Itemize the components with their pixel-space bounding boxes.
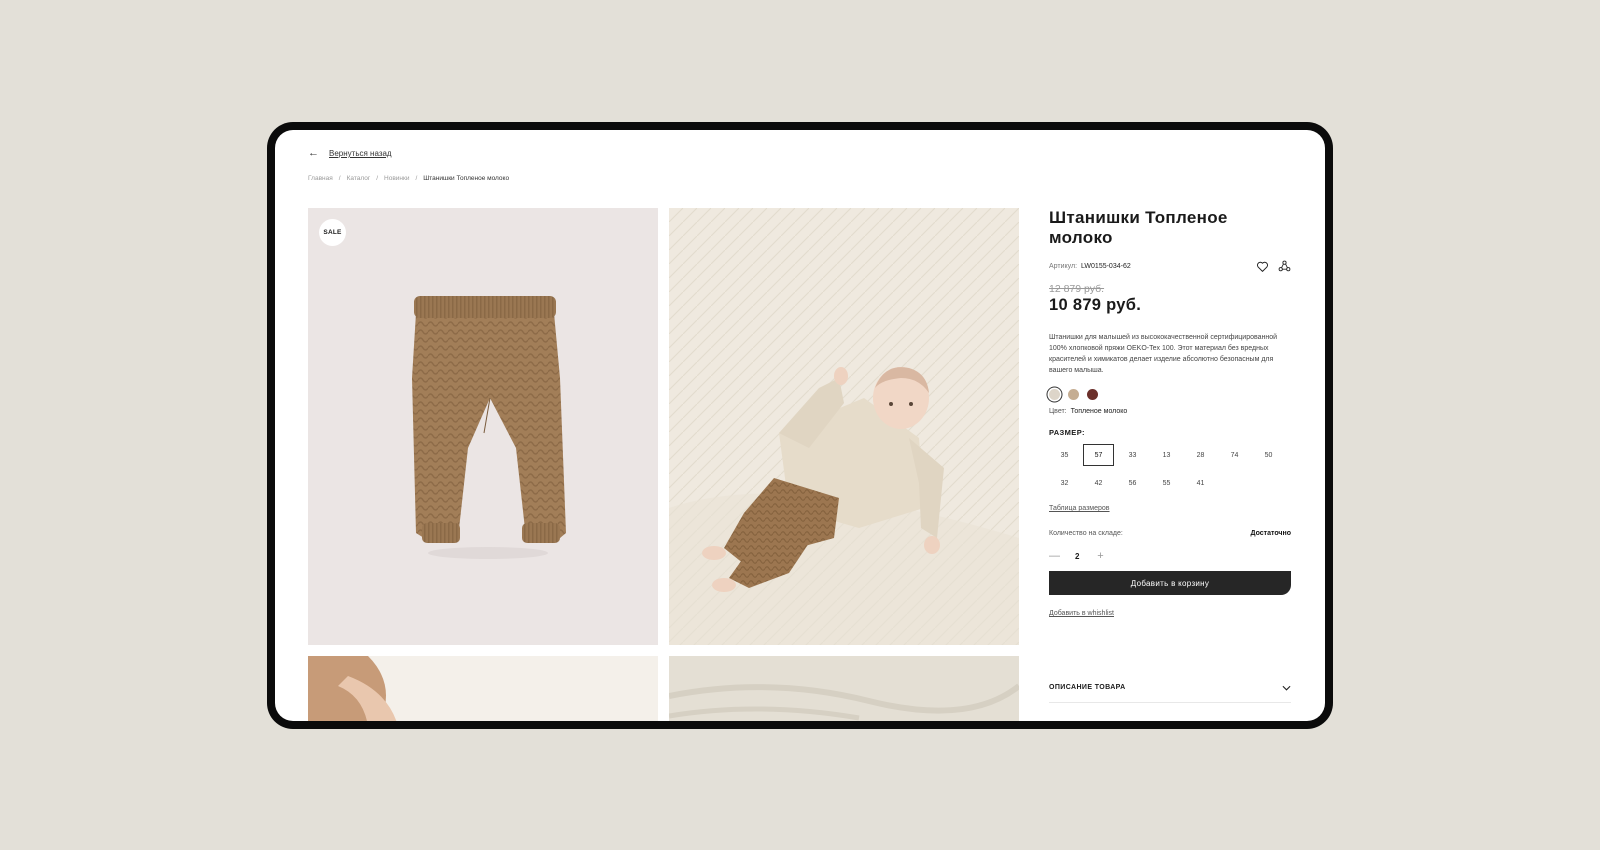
accordion-title: ОПИСАНИЕ ТОВАРА [1049,684,1126,691]
sku-row: Артикул: LW0155-034-62 [1049,260,1291,273]
breadcrumb-item-home[interactable]: Главная [308,175,333,182]
color-swatches [1049,389,1291,400]
color-label-prefix: Цвет: [1049,408,1067,415]
color-label: Цвет: Топленое молоко [1049,408,1291,415]
minus-icon[interactable]: — [1049,550,1060,562]
description-accordion[interactable]: ОПИСАНИЕ ТОВАРА [1049,673,1291,703]
breadcrumb-separator: / [338,175,341,182]
baby-photo [669,208,1019,645]
product-page: ← Вернуться назад Главная / Каталог / Но… [275,130,1325,721]
product-image-3[interactable] [308,656,658,721]
size-option[interactable]: 74 [1219,444,1250,466]
color-value: Топленое молоко [1070,408,1128,415]
device-frame: ← Вернуться назад Главная / Каталог / Но… [267,122,1333,729]
sku-label: Артикул: [1049,263,1078,270]
plus-icon[interactable]: + [1095,550,1105,562]
quantity-stepper: — 2 + [1049,550,1291,562]
product-title: Штанишки Топленое молоко [1049,208,1228,247]
size-option[interactable]: 33 [1117,444,1148,466]
size-option[interactable]: 56 [1117,472,1148,494]
color-swatch-beige[interactable] [1068,389,1079,400]
size-table-link[interactable]: Таблица размеров [1049,505,1110,512]
quantity-value[interactable]: 2 [1075,552,1079,561]
product-image-4[interactable] [669,656,1019,721]
current-price: 10 879 руб. [1049,296,1142,314]
size-option[interactable]: 35 [1049,444,1080,466]
pants-photo [412,296,566,559]
product-info: Штанишки Топленое молоко Артикул: LW0155-… [1049,208,1291,620]
product-image-lifestyle[interactable] [669,208,1019,645]
size-grid: 35 57 33 13 28 74 50 32 42 56 55 41 [1049,444,1291,494]
sku-value: LW0155-034-62 [1081,263,1131,270]
product-actions [1256,260,1291,273]
back-link[interactable]: ← Вернуться назад [308,148,392,159]
chevron-down-icon [1282,685,1291,691]
back-link-label: Вернуться назад [329,149,392,158]
size-option-selected[interactable]: 57 [1083,444,1114,466]
detail-photo-4 [669,656,1019,721]
size-option[interactable]: 50 [1253,444,1284,466]
size-option[interactable]: 55 [1151,472,1182,494]
detail-photo-3 [308,656,658,721]
old-price: 12 879 руб. [1049,283,1105,295]
add-to-wishlist-link[interactable]: Добавить в whishlist [1049,610,1114,617]
heart-icon[interactable] [1256,260,1269,273]
breadcrumb: Главная / Каталог / Новинки / Штанишки Т… [308,175,509,182]
add-to-cart-button[interactable]: Добавить в корзину [1049,571,1291,595]
size-option[interactable]: 41 [1185,472,1216,494]
sale-badge: SALE [319,219,346,246]
product-description: Штанишки для малышей из высококачественн… [1049,334,1278,374]
breadcrumb-item-catalog[interactable]: Каталог [347,175,371,182]
color-swatch-burgundy[interactable] [1087,389,1098,400]
size-option[interactable]: 32 [1049,472,1080,494]
size-option[interactable]: 28 [1185,444,1216,466]
size-option[interactable]: 42 [1083,472,1114,494]
stock-value: Достаточно [1250,530,1291,537]
breadcrumb-separator: / [415,175,418,182]
size-heading: РАЗМЕР: [1049,428,1085,437]
size-option[interactable]: 13 [1151,444,1182,466]
breadcrumb-separator: / [376,175,379,182]
arrow-left-icon: ← [308,147,319,159]
sku: Артикул: LW0155-034-62 [1049,263,1131,270]
breadcrumb-item-new[interactable]: Новинки [384,175,409,182]
breadcrumb-item-current: Штанишки Топленое молоко [423,175,510,182]
color-swatch-milk[interactable] [1049,389,1060,400]
product-image-main[interactable]: SALE [308,208,658,645]
stock-label: Количество на складе: [1049,530,1123,537]
share-icon[interactable] [1278,260,1291,273]
stock-row: Количество на складе: Достаточно [1049,530,1291,537]
